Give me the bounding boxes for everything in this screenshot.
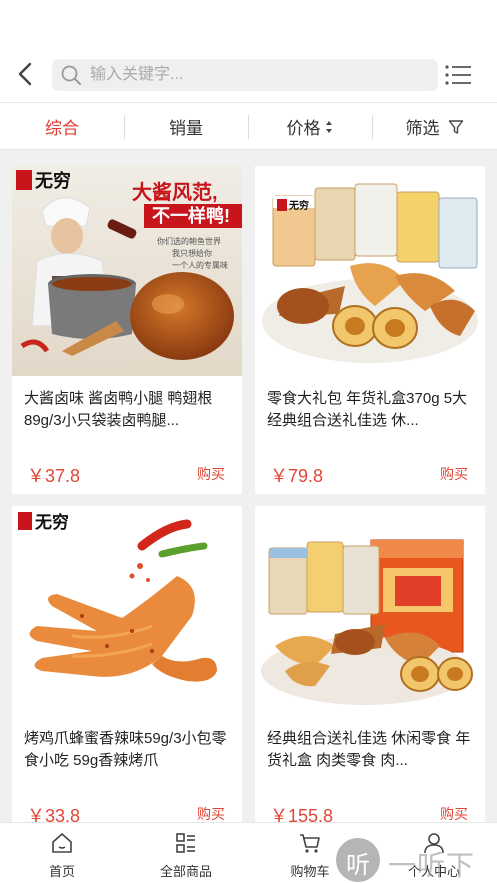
tab-label: 全部商品 bbox=[159, 864, 212, 879]
product-card[interactable]: 无穷 零食大礼包 年货礼盒370g 5大经典组合送礼佳选 休... ￥79.8 … bbox=[255, 166, 485, 494]
product-price: ￥33.8 bbox=[27, 806, 81, 822]
product-image[interactable]: 无穷 bbox=[255, 166, 485, 376]
image-tagline: 你们选的鲍鱼世界 bbox=[157, 236, 221, 246]
sort-arrows-icon bbox=[325, 120, 332, 133]
image-tagline: 我只想给你 bbox=[172, 248, 212, 258]
buy-button[interactable]: 购买 bbox=[440, 464, 468, 484]
tab-label: 筛选 bbox=[405, 119, 440, 138]
product-price: ￥155.8 bbox=[270, 806, 334, 822]
category-icon bbox=[174, 831, 198, 855]
buy-button[interactable]: 购买 bbox=[197, 464, 225, 484]
image-headline: 不一样鸭! bbox=[152, 205, 230, 226]
product-card[interactable]: 经典组合送礼佳选 休闲零食 年货礼盒 肉类零食 肉... ￥155.8 购买 bbox=[255, 506, 485, 822]
search-input[interactable]: 输入关键字... bbox=[52, 59, 438, 91]
product-grid: 大酱风范, 不一样鸭! 你们选的鲍鱼世界 我只想给你 一个人的专属味 无穷 大酱… bbox=[0, 150, 497, 822]
product-price: ￥37.8 bbox=[27, 466, 81, 486]
product-title[interactable]: 经典组合送礼佳选 休闲零食 年货礼盒 肉类零食 肉... bbox=[267, 728, 475, 772]
product-price: ￥79.8 bbox=[270, 466, 324, 486]
tab-home[interactable]: 首页 bbox=[0, 823, 124, 883]
tab-comprehensive[interactable]: 综合 bbox=[0, 103, 124, 150]
product-card[interactable]: 大酱风范, 不一样鸭! 你们选的鲍鱼世界 我只想给你 一个人的专属味 无穷 大酱… bbox=[12, 166, 242, 494]
buy-button[interactable]: 购买 bbox=[197, 804, 225, 822]
tab-label: 销量 bbox=[169, 119, 203, 138]
tab-label: 首页 bbox=[48, 864, 75, 879]
brand-logo: 无穷 bbox=[35, 170, 71, 191]
search-placeholder: 输入关键字... bbox=[90, 66, 184, 83]
tab-all-products[interactable]: 全部商品 bbox=[124, 823, 248, 883]
list-menu-icon[interactable] bbox=[444, 62, 474, 88]
tab-price[interactable]: 价格 bbox=[248, 103, 372, 150]
tab-label: 价格 bbox=[286, 119, 321, 138]
watermark-glyph: 听 bbox=[346, 852, 370, 879]
home-icon bbox=[50, 831, 74, 855]
tab-label: 综合 bbox=[45, 119, 79, 138]
watermark: 听 一听下载 bbox=[336, 836, 496, 882]
product-title[interactable]: 零食大礼包 年货礼盒370g 5大经典组合送礼佳选 休... bbox=[267, 388, 475, 432]
cart-icon bbox=[298, 831, 322, 855]
brand-logo: 无穷 bbox=[34, 512, 69, 532]
watermark-text: 一听下载 bbox=[388, 850, 476, 881]
search-icon bbox=[60, 64, 82, 86]
image-tagline: 一个人的专属味 bbox=[172, 260, 228, 270]
product-title[interactable]: 烤鸡爪蜂蜜香辣味59g/3小包零食小吃 59g香辣烤爪 bbox=[24, 728, 232, 772]
top-bar: 输入关键字... bbox=[0, 0, 497, 102]
back-icon[interactable] bbox=[14, 60, 38, 88]
tab-sales[interactable]: 销量 bbox=[124, 103, 248, 150]
product-image[interactable]: 无穷 bbox=[12, 506, 242, 716]
tab-filter[interactable]: 筛选 bbox=[372, 103, 497, 150]
sort-bar: 综合 销量 价格 筛选 bbox=[0, 102, 497, 150]
product-image[interactable]: 大酱风范, 不一样鸭! 你们选的鲍鱼世界 我只想给你 一个人的专属味 无穷 bbox=[12, 166, 242, 376]
brand-logo: 无穷 bbox=[288, 199, 309, 212]
product-title[interactable]: 大酱卤味 酱卤鸭小腿 鸭翅根 89g/3小只袋装卤鸭腿... bbox=[24, 388, 232, 432]
product-card[interactable]: 无穷 烤鸡爪蜂蜜香辣味59g/3小包零食小吃 59g香辣烤爪 ￥33.8 购买 bbox=[12, 506, 242, 822]
image-headline: 大酱风范, bbox=[132, 180, 218, 204]
buy-button[interactable]: 购买 bbox=[440, 804, 468, 822]
filter-icon bbox=[448, 119, 463, 134]
product-image[interactable] bbox=[255, 506, 485, 716]
